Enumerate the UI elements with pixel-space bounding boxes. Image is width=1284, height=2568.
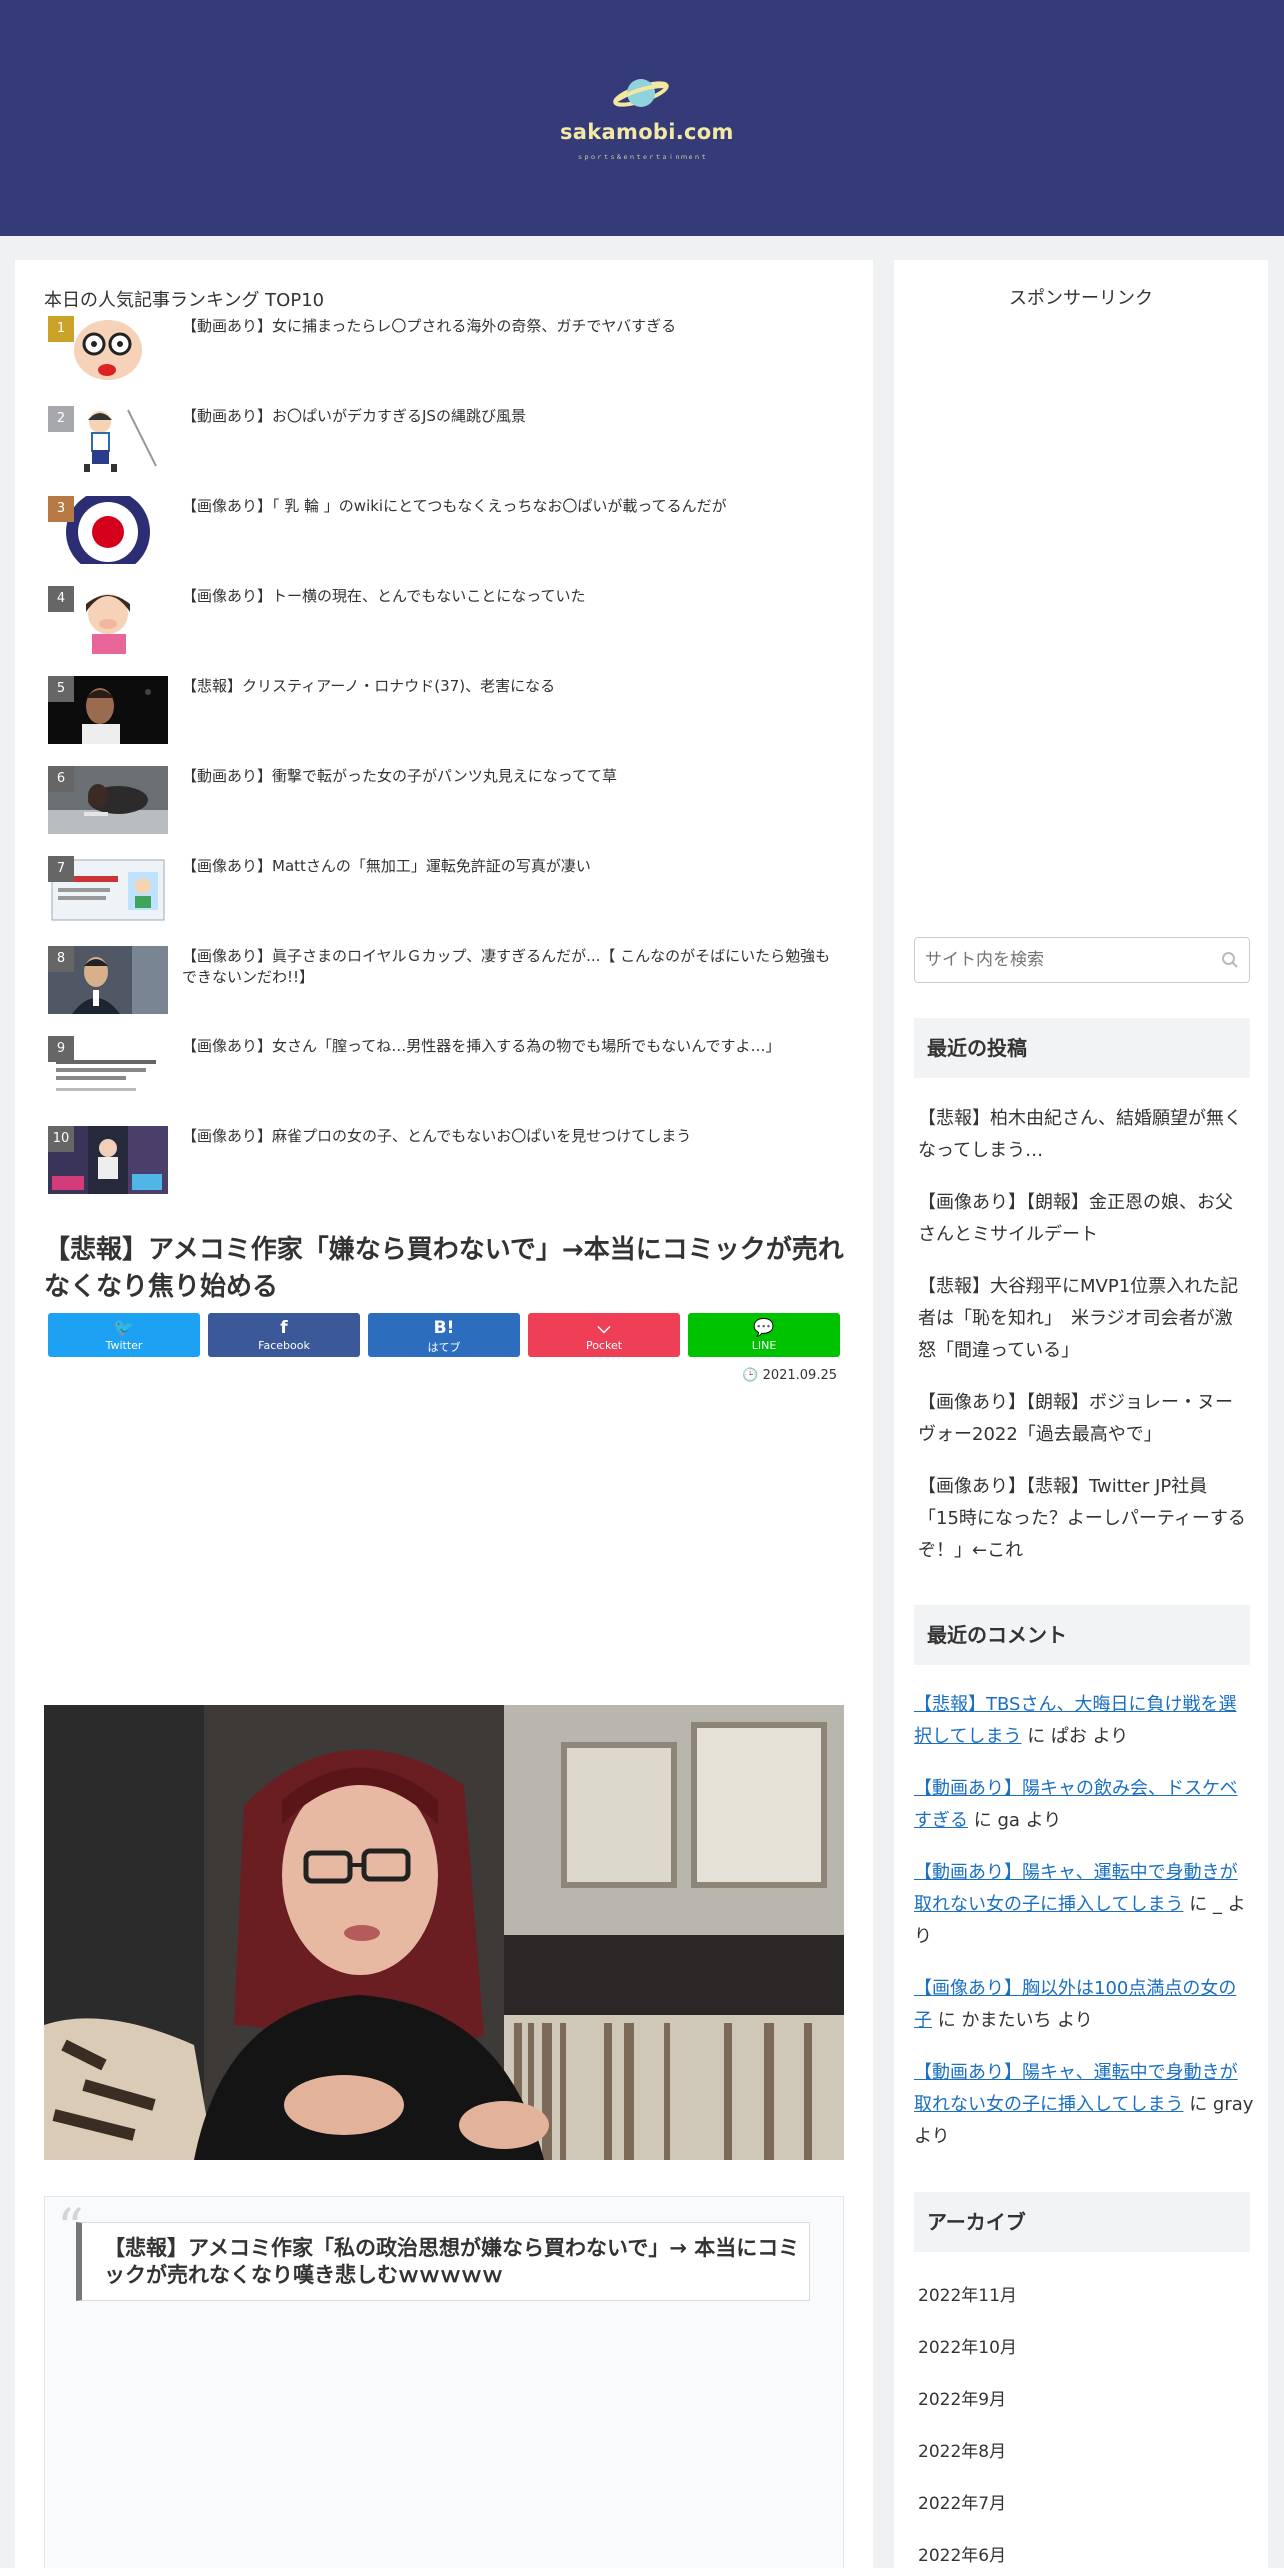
archive-link[interactable]: 2022年11月: [918, 2281, 1017, 2306]
site-name: sakamobi.com: [560, 120, 734, 144]
ranking-item[interactable]: 1 【動画あり】女に捕まったらレ〇プされる海外の奇祭、ガチでヤバすぎる: [48, 316, 848, 388]
ranking-item[interactable]: 9 【画像あり】女さん「膣ってね…男性器を挿入する為の物でも場所でもないんですよ…: [48, 1036, 848, 1108]
rank-number: 10: [48, 1126, 74, 1152]
facebook-icon: f: [280, 1318, 288, 1338]
comment-post-link[interactable]: 【動画あり】陽キャの飲み会、ドスケベすぎる: [914, 1778, 1237, 1831]
ranking-item-title[interactable]: 【画像あり】麻雀プロの女の子、とんでもないお〇ぱいを見せつけてしまう: [182, 1126, 842, 1147]
twitter-icon: 🐦: [113, 1318, 135, 1338]
rank-number: 9: [48, 1036, 74, 1062]
archive-heading: アーカイブ: [914, 2192, 1250, 2252]
ranking-item[interactable]: 8 【画像あり】眞子さまのロイヤルＧカップ、凄すぎるんだが...【 こんなのがそ…: [48, 946, 848, 1018]
ranking-item-title[interactable]: 【動画あり】女に捕まったらレ〇プされる海外の奇祭、ガチでヤバすぎる: [182, 316, 842, 337]
hatebu-share-button[interactable]: B! はてブ: [368, 1313, 520, 1357]
ranking-item[interactable]: 6 【動画あり】衝撃で転がった女の子がパンツ丸見えになってて草: [48, 766, 848, 838]
planet-logo-icon: [613, 79, 669, 107]
rank-number: 4: [48, 586, 74, 612]
sidebar: スポンサーリンク 最近の投稿 【悲報】柏木由紀さん、結婚願望が無くなってしまう……: [894, 260, 1268, 2568]
pocket-share-button[interactable]: ⌵ Pocket: [528, 1313, 680, 1357]
ranking-item[interactable]: 7 【画像あり】Mattさんの「無加工」運転免許証の写真が凄い: [48, 856, 848, 928]
article-title: 【悲報】アメコミ作家「嫌なら買わないで」→本当にコミックが売れなくなり焦り始める: [44, 1235, 844, 1302]
site-logo[interactable]: sakamobi.com ｓｐｏｒｔｓ＆ｅｎｔｅｒｔａｉｎｍｅｎｔ: [560, 72, 734, 167]
ranking-item-title[interactable]: 【画像あり】トー横の現在、とんでもないことになっていた: [182, 586, 842, 607]
blockquote: “ 【悲報】アメコミ作家「私の政治思想が嫌なら買わないで」→ 本当にコミックが売…: [44, 2196, 844, 2568]
recent-post-link[interactable]: 【画像あり】【朗報】ボジョレー・ヌーヴォー2022「過去最高やで」: [918, 1387, 1248, 1451]
article-hero-image: [44, 1705, 844, 2160]
sponsor-label: スポンサーリンク: [1009, 288, 1153, 309]
line-icon: 💬: [753, 1318, 775, 1338]
hatebu-icon: B!: [433, 1318, 455, 1338]
search-icon[interactable]: [1221, 951, 1239, 969]
recent-comment: 【画像あり】胸以外は100点満点の女の子 に かまたいち より: [914, 1978, 1237, 2031]
site-tagline: ｓｐｏｒｔｓ＆ｅｎｔｅｒｔａｉｎｍｅｎｔ: [576, 154, 707, 161]
site-search: [914, 937, 1250, 983]
ranking-item-title[interactable]: 【動画あり】衝撃で転がった女の子がパンツ丸見えになってて草: [182, 766, 842, 787]
rank-number: 7: [48, 856, 74, 882]
recent-post-link[interactable]: 【悲報】大谷翔平にMVP1位票入れた記者は「恥を知れ」 米ラジオ司会者が激怒「間…: [918, 1271, 1248, 1367]
ranking-item-title[interactable]: 【画像あり】眞子さまのロイヤルＧカップ、凄すぎるんだが...【 こんなのがそばに…: [182, 946, 842, 988]
recent-comment: 【動画あり】陽キャの飲み会、ドスケベすぎる に ga より: [914, 1778, 1238, 1831]
rank-number: 3: [48, 496, 74, 522]
ranking-item-title[interactable]: 【画像あり】「 乳 輪 」のwikiにとてつもなくえっちなお〇ぱいが載ってるんだ…: [182, 496, 842, 517]
ranking-item-title[interactable]: 【画像あり】女さん「膣ってね…男性器を挿入する為の物でも場所でもないんですよ…」: [182, 1036, 842, 1057]
recent-post-link[interactable]: 【画像あり】【朗報】金正恩の娘、お父さんとミサイルデート: [918, 1187, 1248, 1251]
rank-number: 2: [48, 406, 74, 432]
rank-number: 1: [48, 316, 74, 342]
clock-icon: 🕒: [742, 1368, 763, 1383]
archive-link[interactable]: 2022年10月: [918, 2333, 1017, 2358]
rank-number: 6: [48, 766, 74, 792]
share-buttons: 🐦 Twitter f Facebook B! はてブ ⌵ Pocket 💬 L…: [48, 1313, 856, 1357]
recent-comment: 【動画あり】陽キャ、運転中で身動きが取れない女の子に挿入してしまう に _ より: [914, 1862, 1246, 1947]
ranking-item[interactable]: 3 【画像あり】「 乳 輪 」のwikiにとてつもなくえっちなお〇ぱいが載ってる…: [48, 496, 848, 568]
ranking-item[interactable]: 2 【動画あり】お〇ぱいがデカすぎるJSの縄跳び風景: [48, 406, 848, 478]
ranking-item-title[interactable]: 【画像あり】Mattさんの「無加工」運転免許証の写真が凄い: [182, 856, 842, 877]
ranking-item[interactable]: 10 【画像あり】麻雀プロの女の子、とんでもないお〇ぱいを見せつけてしまう: [48, 1126, 848, 1198]
ranking-title: 本日の人気記事ランキング TOP10: [44, 290, 325, 311]
archive-link[interactable]: 2022年6月: [918, 2541, 1006, 2566]
search-input[interactable]: [925, 946, 1205, 974]
quote-card[interactable]: 【悲報】アメコミ作家「私の政治思想が嫌なら買わないで」→ 本当にコミックが売れな…: [76, 2222, 810, 2301]
ranking-item[interactable]: 4 【画像あり】トー横の現在、とんでもないことになっていた: [48, 586, 848, 658]
recent-comment: 【動画あり】陽キャ、運転中で身動きが取れない女の子に挿入してしまう に gray…: [914, 2062, 1254, 2147]
recent-post-link[interactable]: 【悲報】柏木由紀さん、結婚願望が無くなってしまう…: [918, 1103, 1248, 1167]
ranking-item-title[interactable]: 【悲報】クリスティアーノ・ロナウド(37)、老害になる: [182, 676, 842, 697]
twitter-share-button[interactable]: 🐦 Twitter: [48, 1313, 200, 1357]
site-header: sakamobi.com ｓｐｏｒｔｓ＆ｅｎｔｅｒｔａｉｎｍｅｎｔ: [0, 0, 1284, 236]
facebook-share-button[interactable]: f Facebook: [208, 1313, 360, 1357]
archive-link[interactable]: 2022年8月: [918, 2437, 1006, 2462]
pocket-icon: ⌵: [597, 1318, 611, 1338]
rank-number: 8: [48, 946, 74, 972]
archive-link[interactable]: 2022年9月: [918, 2385, 1006, 2410]
article-date: 🕒 2021.09.25: [742, 1368, 837, 1383]
ranking-item-title[interactable]: 【動画あり】お〇ぱいがデカすぎるJSの縄跳び風景: [182, 406, 842, 427]
recent-comment: 【悲報】TBSさん、大晦日に負け戦を選択してしまう に ぱお より: [914, 1694, 1237, 1747]
main-content: 本日の人気記事ランキング TOP10 1 【動画あり】女に捕まったらレ〇プされる…: [15, 260, 873, 2568]
recent-posts-heading: 最近の投稿: [914, 1018, 1250, 1078]
archive-link[interactable]: 2022年7月: [918, 2489, 1006, 2514]
line-share-button[interactable]: 💬 LINE: [688, 1313, 840, 1357]
rank-number: 5: [48, 676, 74, 702]
quote-text[interactable]: 【悲報】アメコミ作家「私の政治思想が嫌なら買わないで」→ 本当にコミックが売れな…: [104, 2235, 804, 2289]
ranking-item[interactable]: 5 【悲報】クリスティアーノ・ロナウド(37)、老害になる: [48, 676, 848, 748]
recent-comments-heading: 最近のコメント: [914, 1605, 1250, 1665]
recent-post-link[interactable]: 【画像あり】【悲報】Twitter JP社員「15時になった？よーしパーティーす…: [918, 1471, 1248, 1567]
